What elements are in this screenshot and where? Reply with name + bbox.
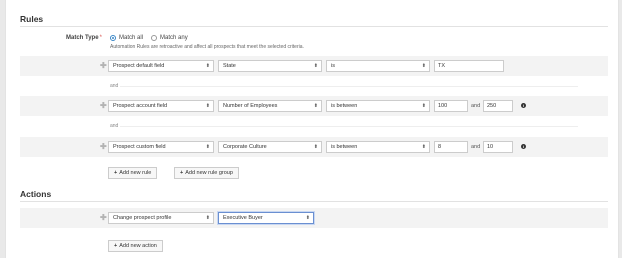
select-caret-icon: ⬍ — [421, 103, 426, 109]
rule-row: ✚ Prospect custom field ⬍ Corporate Cultu… — [20, 137, 608, 157]
select-caret-icon: ⬍ — [305, 215, 310, 221]
rules-heading: Rules — [20, 14, 44, 24]
action-select[interactable]: Change prospect profile ⬍ — [108, 212, 214, 224]
select-caret-icon: ⬍ — [313, 144, 318, 150]
rule-row: ✚ Prospect default field ⬍ State ⬍ is ⬍ TX — [20, 56, 608, 76]
drag-icon[interactable]: ✚ — [100, 143, 107, 151]
and-separator: and — [110, 123, 119, 129]
rule-row: ✚ Prospect account field ⬍ Number of Empl… — [20, 96, 608, 116]
actions-divider — [20, 201, 608, 202]
field-select[interactable]: Number of Employees ⬍ — [218, 100, 322, 112]
between-and-label: and — [471, 103, 481, 109]
value-input[interactable]: 100 — [434, 100, 468, 112]
actions-heading: Actions — [20, 189, 52, 199]
action-row: ✚ Change prospect profile ⬍ Executive Buy… — [20, 208, 608, 228]
select-caret-icon: ⬍ — [313, 63, 318, 69]
select-caret-icon: ⬍ — [205, 103, 210, 109]
drag-icon[interactable]: ✚ — [100, 214, 107, 222]
rules-divider — [20, 26, 608, 27]
value-input[interactable]: TX — [434, 60, 504, 72]
drag-icon[interactable]: ✚ — [100, 102, 107, 110]
field-type-select[interactable]: Prospect custom field ⬍ — [108, 141, 214, 153]
add-rule-button[interactable]: + Add new rule — [108, 167, 158, 179]
info-icon[interactable]: i — [521, 144, 526, 149]
info-icon[interactable]: i — [521, 103, 526, 108]
match-all-radio[interactable] — [110, 35, 116, 41]
match-any-radio[interactable] — [151, 35, 158, 41]
field-select[interactable]: Corporate Culture ⬍ — [218, 141, 322, 153]
select-caret-icon: ⬍ — [421, 63, 426, 69]
automation-rule-panel: Rules Match Type* Match all Match any Au… — [5, 0, 619, 258]
plus-icon: + — [114, 243, 118, 249]
operator-select[interactable]: is between ⬍ — [326, 141, 430, 153]
plus-icon: + — [114, 170, 118, 176]
select-caret-icon: ⬍ — [313, 103, 318, 109]
value2-input[interactable]: 10 — [483, 141, 513, 153]
field-select[interactable]: State ⬍ — [218, 60, 322, 72]
add-action-button[interactable]: + Add new action — [108, 240, 163, 252]
match-type-hint: Automation Rules are retroactive and aff… — [110, 44, 304, 50]
match-all-label[interactable]: Match all — [119, 35, 143, 41]
select-caret-icon: ⬍ — [205, 63, 210, 69]
field-type-select[interactable]: Prospect default field ⬍ — [108, 60, 214, 72]
required-mark: * — [99, 35, 102, 41]
profile-select[interactable]: Executive Buyer ⬍ — [218, 212, 314, 224]
match-any-label[interactable]: Match any — [160, 35, 188, 41]
between-and-label: and — [471, 144, 481, 150]
operator-select[interactable]: is ⬍ — [326, 60, 430, 72]
select-caret-icon: ⬍ — [421, 144, 426, 150]
add-rule-group-button[interactable]: + Add new rule group — [174, 167, 239, 179]
and-separator-line — [120, 86, 578, 87]
and-separator: and — [110, 83, 119, 89]
plus-icon: + — [180, 170, 184, 176]
value2-input[interactable]: 250 — [483, 100, 513, 112]
and-separator-line — [120, 126, 578, 127]
select-caret-icon: ⬍ — [205, 215, 210, 221]
field-type-select[interactable]: Prospect account field ⬍ — [108, 100, 214, 112]
match-type-label: Match Type* — [66, 35, 102, 41]
match-type-options: Match all Match any — [110, 35, 196, 41]
operator-select[interactable]: is between ⬍ — [326, 100, 430, 112]
select-caret-icon: ⬍ — [205, 144, 210, 150]
drag-icon[interactable]: ✚ — [100, 62, 107, 70]
value-input[interactable]: 8 — [434, 141, 468, 153]
